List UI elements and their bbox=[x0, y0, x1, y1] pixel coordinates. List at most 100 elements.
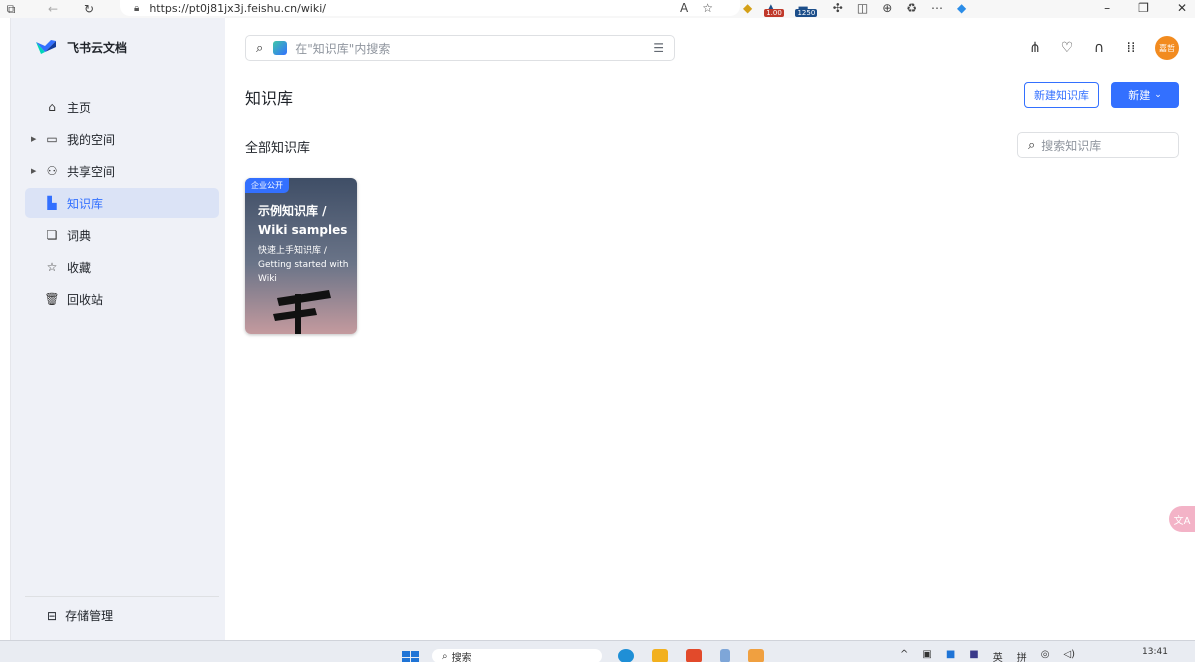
main-content: ⌕ 在"知识库"内搜索 ☰ ⋔ ♡ ∩ ⁞⁞ 嘉哲 知识库 新建知识库 新建 ⌄… bbox=[225, 18, 1195, 640]
search-placeholder: 在"知识库"内搜索 bbox=[295, 41, 391, 56]
browser-toolbar: ⧉ ← ↻ 🔒︎ https://pt0j81jx3j.feishu.cn/wi… bbox=[0, 0, 1195, 18]
taskbar-search-label: 搜索 bbox=[451, 652, 472, 662]
app-logo[interactable]: 飞书云文档 bbox=[35, 38, 127, 56]
copilot-icon[interactable]: ◆ bbox=[957, 1, 966, 15]
restore-icon[interactable]: ❐ bbox=[1138, 1, 1149, 15]
expand-arrow-icon[interactable]: ▶ bbox=[31, 135, 41, 143]
volume-icon[interactable]: ◁) bbox=[1063, 649, 1075, 662]
collections-icon[interactable]: ⊕ bbox=[882, 1, 892, 15]
search-icon: ⌕ bbox=[256, 40, 264, 56]
sidebar-item-favorites[interactable]: ☆ 收藏 bbox=[25, 252, 219, 282]
minimize-icon[interactable]: – bbox=[1104, 1, 1110, 15]
wiki-card-subtitle: 快速上手知识库 / Getting started with Wiki bbox=[258, 246, 349, 284]
split-screen-icon[interactable]: ◫ bbox=[857, 1, 868, 15]
tray-app-icon[interactable]: ▣ bbox=[922, 649, 931, 662]
signpost-illustration bbox=[273, 290, 331, 334]
trash-icon: 🗑︎ bbox=[44, 292, 60, 306]
global-search-input[interactable]: ⌕ 在"知识库"内搜索 ☰ bbox=[245, 35, 675, 61]
storage-icon: ⊟ bbox=[47, 608, 58, 623]
star-icon: ☆ bbox=[46, 260, 58, 274]
window-controls: – ❐ ✕ bbox=[1104, 0, 1187, 16]
tray-app-icon[interactable]: ■ bbox=[969, 649, 978, 662]
sidebar-item-trash[interactable]: 🗑︎ 回收站 bbox=[25, 284, 219, 314]
tray-app-icon[interactable]: ■ bbox=[946, 649, 955, 662]
sidebar-item-label: 回收站 bbox=[67, 292, 104, 307]
tray-chevron-icon[interactable]: ^ bbox=[900, 649, 908, 662]
network-icon[interactable]: ◎ bbox=[1041, 649, 1050, 662]
extension-icons: A ☆ ◆ ▲ 1.00 ▬ 1250 ✣ ◫ ⊕ ♻ ⋯ ◆ bbox=[680, 0, 966, 17]
feishu-logo-icon bbox=[36, 40, 56, 54]
sidebar-item-label: 我的空间 bbox=[67, 132, 116, 147]
wiki-icon: ▙ bbox=[47, 196, 57, 210]
sidebar-item-shared-space[interactable]: ▶ ⚇ 共享空间 bbox=[25, 156, 219, 186]
performance-icon[interactable]: ♻ bbox=[906, 1, 917, 15]
translate-icon: 文A bbox=[1173, 515, 1191, 527]
more-options-icon[interactable]: ⋯ bbox=[931, 1, 943, 15]
edge-icon[interactable] bbox=[618, 649, 634, 662]
tab-actions-icon[interactable]: ⧉ bbox=[0, 0, 22, 18]
translate-float-button[interactable]: 文A bbox=[1169, 506, 1195, 532]
search-icon: ⌕ bbox=[1028, 137, 1036, 153]
taskbar-search[interactable]: ⌕ 搜索 bbox=[432, 649, 602, 662]
refresh-icon[interactable]: ↻ bbox=[78, 0, 100, 18]
new-button-label: 新建 bbox=[1128, 89, 1151, 102]
file-explorer-icon[interactable] bbox=[652, 649, 668, 662]
extension-1-icon[interactable]: ▲ 1.00 bbox=[764, 1, 784, 17]
taskbar: ⌕ 搜索 ^ ▣ ■ ■ 英 拼 ◎ ◁) 13:41 bbox=[0, 640, 1195, 662]
extension-badge-2: 1250 bbox=[795, 9, 818, 17]
extension-shield-icon[interactable]: ◆ bbox=[743, 1, 752, 15]
sidebar-item-my-space[interactable]: ▶ ▭ 我的空间 bbox=[25, 124, 219, 154]
wiki-search-input[interactable]: ⌕ 搜索知识库 bbox=[1017, 132, 1179, 158]
sidebar-item-dictionary[interactable]: ❏ 词典 bbox=[25, 220, 219, 250]
windows-start-icon[interactable] bbox=[402, 651, 420, 662]
read-aloud-icon[interactable]: A bbox=[680, 1, 688, 15]
visibility-badge: 企业公开 bbox=[245, 178, 289, 193]
clock[interactable]: 13:41 bbox=[1142, 647, 1168, 657]
phone-icon[interactable] bbox=[720, 649, 730, 662]
new-button[interactable]: 新建 ⌄ bbox=[1111, 82, 1179, 108]
close-icon[interactable]: ✕ bbox=[1177, 1, 1187, 15]
extensions-puzzle-icon[interactable]: ✣ bbox=[833, 1, 843, 15]
input-method-icon[interactable]: 拼 bbox=[1017, 649, 1027, 662]
section-title: 全部知识库 bbox=[245, 141, 311, 156]
wiki-search-placeholder: 搜索知识库 bbox=[1041, 138, 1102, 153]
app-name: 飞书云文档 bbox=[67, 40, 128, 55]
home-icon: ⌂ bbox=[48, 100, 56, 114]
support-headset-icon[interactable]: ∩ bbox=[1091, 40, 1107, 56]
chevron-down-icon: ⌄ bbox=[1154, 90, 1162, 100]
sidebar-item-label: 收藏 bbox=[67, 260, 92, 275]
new-wiki-button[interactable]: 新建知识库 bbox=[1024, 82, 1099, 108]
sidebar-item-label: 共享空间 bbox=[67, 164, 116, 179]
back-icon[interactable]: ← bbox=[42, 0, 64, 18]
sidebar-item-label: 主页 bbox=[67, 100, 92, 115]
filter-icon[interactable]: ☰ bbox=[653, 41, 664, 55]
apps-grid-icon[interactable]: ⁞⁞ bbox=[1123, 40, 1139, 56]
people-icon: ⚇ bbox=[46, 164, 58, 178]
sidebar-item-wiki[interactable]: ▙ 知识库 bbox=[25, 188, 219, 218]
sidebar-item-label: 词典 bbox=[67, 228, 92, 243]
favorite-star-icon[interactable]: ☆ bbox=[702, 1, 713, 15]
wiki-scope-icon bbox=[273, 41, 288, 55]
lightbulb-icon[interactable]: ♡ bbox=[1059, 40, 1075, 56]
storage-management-button[interactable]: ⊟ 存储管理 bbox=[25, 596, 219, 624]
taskbar-apps bbox=[618, 649, 764, 662]
storage-label: 存储管理 bbox=[65, 609, 114, 623]
extension-2-icon[interactable]: ▬ 1250 bbox=[795, 1, 818, 17]
expand-arrow-icon[interactable]: ▶ bbox=[31, 167, 41, 175]
input-lang[interactable]: 英 bbox=[993, 649, 1003, 662]
mail-icon[interactable] bbox=[686, 649, 702, 662]
sidebar: 飞书云文档 ⌂ 主页 ▶ ▭ 我的空间 ▶ ⚇ 共享空间 ▙ 知识库 ❏ 词典 … bbox=[11, 18, 225, 640]
org-chart-icon[interactable]: ⋔ bbox=[1027, 40, 1043, 56]
header-actions: ⋔ ♡ ∩ ⁞⁞ 嘉哲 bbox=[1027, 36, 1179, 60]
sidebar-nav: ⌂ 主页 ▶ ▭ 我的空间 ▶ ⚇ 共享空间 ▙ 知识库 ❏ 词典 ☆ 收藏 🗑… bbox=[25, 92, 219, 316]
dictionary-icon: ❏ bbox=[46, 228, 58, 242]
avatar[interactable]: 嘉哲 bbox=[1155, 36, 1179, 60]
address-bar[interactable]: 🔒︎ https://pt0j81jx3j.feishu.cn/wiki/ bbox=[120, 0, 740, 16]
app-icon[interactable] bbox=[748, 649, 764, 662]
page-title: 知识库 bbox=[245, 89, 294, 108]
extension-badge-1: 1.00 bbox=[764, 9, 784, 17]
wiki-card[interactable]: 企业公开 示例知识库 / Wiki samples 快速上手知识库 / Gett… bbox=[245, 178, 357, 334]
search-icon: ⌕ bbox=[442, 650, 448, 662]
system-tray: ^ ▣ ■ ■ 英 拼 ◎ ◁) bbox=[900, 649, 1075, 662]
sidebar-item-home[interactable]: ⌂ 主页 bbox=[25, 92, 219, 122]
